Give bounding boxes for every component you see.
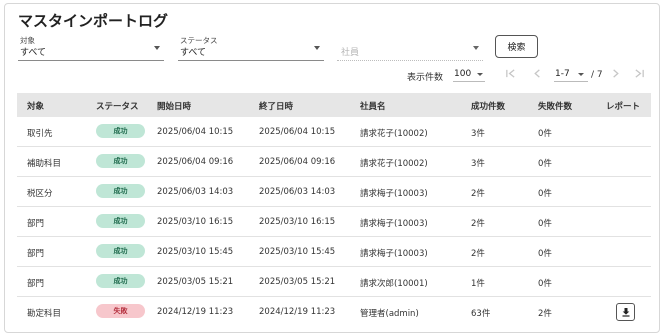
column-header-start: 開始日時 (157, 102, 192, 112)
column-header-target: 対象 (27, 102, 45, 112)
cell-employee: 請求梅子(10003) (360, 219, 428, 229)
page-title: マスタインポートログ (18, 12, 169, 30)
column-header-report: レポート (606, 102, 641, 112)
cell-employee: 管理者(admin) (360, 309, 419, 319)
column-header-end: 終了日時 (259, 102, 294, 112)
chevron-down-icon (314, 46, 320, 50)
status-badge: 成功 (96, 214, 145, 228)
table-row[interactable]: 勘定科目 失敗 2024/12/19 11:23 2024/12/19 11:2… (17, 297, 651, 327)
cell-start: 2025/06/03 14:03 (157, 187, 234, 197)
cell-start: 2025/03/05 15:21 (157, 277, 234, 287)
cell-employee: 請求梅子(10003) (360, 249, 428, 259)
cell-target: 補助科目 (27, 159, 62, 169)
cell-start: 2025/06/04 10:15 (157, 127, 234, 137)
table-row[interactable]: 税区分 成功 2025/06/03 14:03 2025/06/03 14:03… (17, 177, 651, 207)
cell-target: 部門 (27, 219, 45, 229)
cell-end: 2025/03/05 15:21 (259, 277, 336, 287)
target-filter-value: すべて (20, 48, 47, 58)
cell-employee: 請求花子(10002) (360, 159, 428, 169)
status-filter-value: すべて (180, 48, 207, 58)
next-page-icon[interactable] (610, 68, 621, 82)
status-badge: 失敗 (96, 304, 145, 318)
cell-target: 部門 (27, 249, 45, 259)
chevron-down-icon (578, 73, 584, 76)
cell-success: 3件 (471, 129, 485, 139)
chevron-down-icon (154, 46, 160, 50)
status-badge: 成功 (96, 124, 145, 138)
column-header-fail: 失敗件数 (538, 102, 573, 112)
download-icon (622, 308, 629, 317)
cell-fail: 0件 (538, 249, 552, 259)
cell-target: 勘定科目 (27, 309, 62, 319)
cell-success: 2件 (471, 219, 485, 229)
table-row[interactable]: 補助科目 成功 2025/06/04 09:16 2025/06/04 09:1… (17, 147, 651, 177)
cell-start: 2025/03/10 15:45 (157, 247, 234, 257)
download-report-button[interactable] (616, 303, 635, 321)
last-page-icon[interactable] (634, 68, 645, 82)
column-header-employee: 社員名 (360, 102, 386, 112)
page-range-value: 1-7 (555, 69, 570, 79)
per-page-value: 100 (454, 69, 472, 79)
cell-start: 2025/06/04 09:16 (157, 157, 234, 167)
cell-end: 2025/03/10 15:45 (259, 247, 336, 257)
cell-end: 2024/12/19 11:23 (259, 307, 336, 317)
chevron-down-icon (477, 73, 483, 76)
target-filter-select[interactable]: 対象 すべて (18, 35, 164, 61)
status-badge: 成功 (96, 154, 145, 168)
table-row[interactable]: 部門 成功 2025/03/10 15:45 2025/03/10 15:45 … (17, 237, 651, 267)
first-page-icon[interactable] (505, 68, 516, 82)
employee-filter-select[interactable]: 社員 (337, 35, 483, 61)
per-page-select[interactable]: 100 (453, 68, 485, 82)
cell-success: 2件 (471, 249, 485, 259)
status-filter-select[interactable]: ステータス すべて (178, 35, 324, 61)
search-button[interactable]: 検索 (495, 35, 538, 58)
per-page-label: 表示件数 (407, 73, 444, 83)
import-log-panel: マスタインポートログ 対象 すべて ステータス すべて 社員 検索 表示件数 1… (4, 3, 660, 333)
cell-end: 2025/03/10 16:15 (259, 217, 336, 227)
cell-fail: 0件 (538, 159, 552, 169)
status-badge: 成功 (96, 184, 145, 198)
cell-success: 1件 (471, 279, 485, 289)
prev-page-icon[interactable] (532, 68, 543, 82)
cell-end: 2025/06/04 10:15 (259, 127, 336, 137)
cell-target: 取引先 (27, 129, 53, 139)
cell-start: 2024/12/19 11:23 (157, 307, 234, 317)
chevron-down-icon (473, 46, 479, 50)
cell-end: 2025/06/03 14:03 (259, 187, 336, 197)
table-row[interactable]: 取引先 成功 2025/06/04 10:15 2025/06/04 10:15… (17, 117, 651, 147)
cell-employee: 請求梅子(10003) (360, 189, 428, 199)
cell-target: 部門 (27, 279, 45, 289)
cell-fail: 0件 (538, 279, 552, 289)
column-header-status: ステータス (96, 102, 139, 112)
cell-target: 税区分 (27, 189, 53, 199)
cell-fail: 2件 (538, 309, 552, 319)
cell-start: 2025/03/10 16:15 (157, 217, 234, 227)
status-badge: 成功 (96, 274, 145, 288)
cell-fail: 0件 (538, 219, 552, 229)
cell-employee: 請求花子(10002) (360, 129, 428, 139)
cell-success: 2件 (471, 189, 485, 199)
cell-fail: 0件 (538, 189, 552, 199)
table-row[interactable]: 部門 成功 2025/03/05 15:21 2025/03/05 15:21 … (17, 267, 651, 297)
total-count: / 7 (591, 70, 603, 80)
page-range-select[interactable]: 1-7 (554, 68, 588, 82)
table-row[interactable]: 部門 成功 2025/03/10 16:15 2025/03/10 16:15 … (17, 207, 651, 237)
status-badge: 成功 (96, 244, 145, 258)
table-header: 対象 ステータス 開始日時 終了日時 社員名 成功件数 失敗件数 レポート (17, 93, 651, 117)
column-header-success: 成功件数 (471, 102, 506, 112)
cell-success: 3件 (471, 159, 485, 169)
cell-end: 2025/06/04 09:16 (259, 157, 336, 167)
cell-fail: 0件 (538, 129, 552, 139)
cell-success: 63件 (471, 309, 491, 319)
employee-filter-placeholder: 社員 (341, 48, 360, 58)
cell-employee: 請求次郎(10001) (360, 279, 428, 289)
